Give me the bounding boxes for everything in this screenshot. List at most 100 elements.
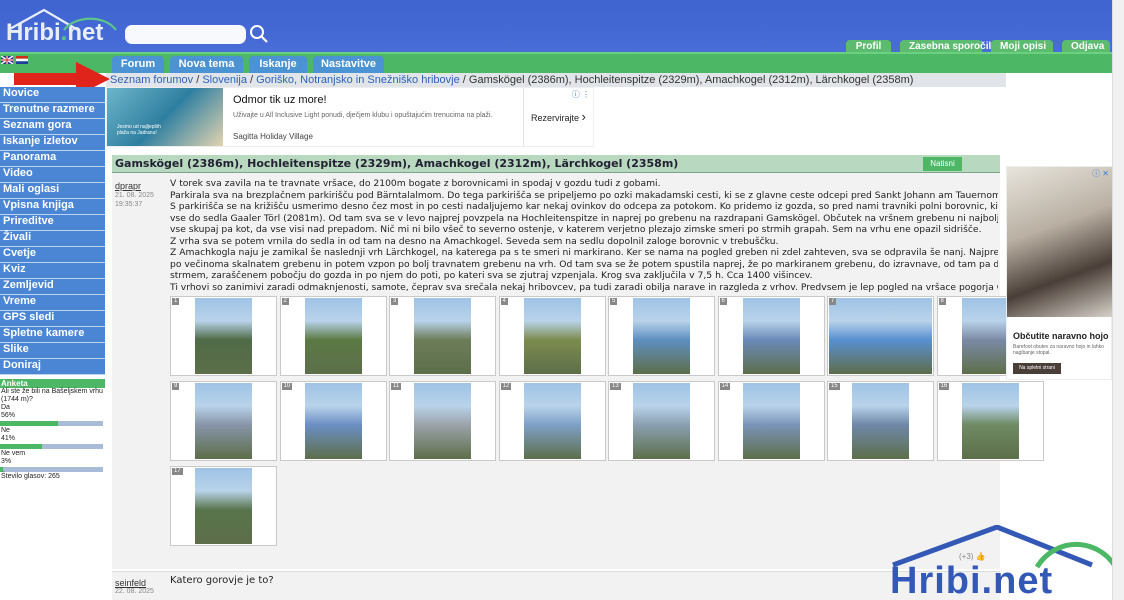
sidebar-item-video[interactable]: Video: [0, 167, 105, 183]
sidebar-item-current-conditions[interactable]: Trenutne razmere: [0, 103, 105, 119]
sidebar-item-gps-tracks[interactable]: GPS sledi: [0, 311, 105, 327]
post-author[interactable]: dprapr: [115, 181, 141, 191]
gallery-thumbnail[interactable]: 3: [389, 296, 496, 376]
gallery-thumbnail[interactable]: 1: [170, 296, 277, 376]
sidebar-item-donate[interactable]: Doniraj: [0, 359, 105, 375]
sidebar-item-weather[interactable]: Vreme: [0, 295, 105, 311]
tab-new-topic[interactable]: Nova tema: [170, 56, 243, 73]
gallery-thumbnail[interactable]: 10: [279, 381, 387, 461]
ad-brand: Sagitta Holiday Village: [233, 132, 313, 141]
breadcrumb-link-forums[interactable]: Seznam forumov: [110, 74, 193, 86]
scrollbar[interactable]: [1112, 0, 1124, 600]
gallery-thumbnail[interactable]: 11: [389, 381, 496, 461]
search-input[interactable]: [125, 25, 246, 44]
breadcrumb: Seznam forumov / Slovenija / Goriško, No…: [110, 73, 913, 87]
poll-option-label[interactable]: Ne vem: [0, 450, 105, 458]
breadcrumb-separator: /: [193, 74, 203, 86]
sidebar-item-trip-search[interactable]: Iskanje izletov: [0, 135, 105, 151]
uk-flag-icon[interactable]: [1, 56, 13, 64]
gallery-thumbnail[interactable]: 7: [827, 296, 934, 376]
thumbnail-photo[interactable]: [742, 298, 800, 374]
sidebar-item-panorama[interactable]: Panorama: [0, 151, 105, 167]
ad-title[interactable]: Občutite naravno hojo: [1013, 331, 1109, 341]
tab-search[interactable]: Iskanje: [249, 56, 307, 73]
poll: Anketa Ali ste že bili na Bašeljskem vrh…: [0, 379, 105, 481]
ad-image[interactable]: [1007, 167, 1113, 317]
sidebar-item-map[interactable]: Zemljevid: [0, 279, 105, 295]
ad-title[interactable]: Odmor tik uz more!: [233, 94, 327, 106]
top-ad-banner[interactable]: Jesmo ud najljepših plaža na Jadranu! Od…: [106, 87, 594, 147]
sidebar-item-news[interactable]: Novice: [0, 87, 105, 103]
thumbnail-photo[interactable]: [414, 298, 471, 374]
sidebar-item-photos[interactable]: Slike: [0, 343, 105, 359]
sidebar-item-animals[interactable]: Živali: [0, 231, 105, 247]
thumbnail-photo[interactable]: [195, 298, 252, 374]
post-author[interactable]: seinfeld: [115, 578, 146, 588]
post-line: po večinoma skalnatem grebenu in potem v…: [170, 258, 998, 270]
thumbnail-photo[interactable]: [304, 383, 362, 459]
poll-bar-fill: [0, 444, 43, 449]
ad-cta-label: Rezervirajte: [531, 113, 580, 123]
thumbnail-photo[interactable]: [633, 383, 690, 459]
gallery-thumbnail[interactable]: 6: [717, 296, 825, 376]
post-line: strmem, zaraščenem pobočju do gozda in p…: [170, 270, 813, 281]
tab-forum[interactable]: Forum: [112, 56, 164, 73]
gallery-thumbnail[interactable]: 15: [827, 381, 934, 461]
thumbnail-photo[interactable]: [414, 383, 471, 459]
poll-option-label[interactable]: Da: [0, 404, 105, 412]
gallery-thumbnail[interactable]: 12: [498, 381, 606, 461]
poll-total: Število glasov: 265: [1, 473, 60, 480]
sidebar-item-webcams[interactable]: Spletne kamere: [0, 327, 105, 343]
thumbnail-number: 17: [172, 468, 183, 475]
gallery-thumbnail[interactable]: 5: [608, 296, 715, 376]
breadcrumb-link-region[interactable]: Goriško, Notranjsko in Snežniško hribovj…: [256, 74, 460, 86]
sidebar-item-classifieds[interactable]: Mali oglasi: [0, 183, 105, 199]
thumbnail-photo[interactable]: [829, 298, 932, 374]
sidebar-item-flowers[interactable]: Cvetje: [0, 247, 105, 263]
gallery-thumbnail[interactable]: 13: [608, 381, 715, 461]
gallery-thumbnail[interactable]: 4: [498, 296, 606, 376]
search-icon[interactable]: [249, 24, 269, 44]
breadcrumb-link-slovenia[interactable]: Slovenija: [202, 74, 247, 86]
thumbnail-number: 11: [391, 383, 402, 390]
gallery-thumbnail[interactable]: 17: [170, 466, 277, 546]
sidebar-item-quiz[interactable]: Kviz: [0, 263, 105, 279]
poll-option-percent: 3%: [1, 458, 12, 465]
poll-option-label[interactable]: Ne: [0, 427, 105, 435]
ad-info-icon[interactable]: ⓘ ✕: [1092, 168, 1109, 179]
gallery-thumbnail[interactable]: 2: [279, 296, 387, 376]
tab-settings[interactable]: Nastavitve: [313, 56, 384, 73]
gallery-thumbnail[interactable]: 9: [170, 381, 277, 461]
post-line: vse do sedla Gaaler Törl (2081m). Od tam…: [170, 212, 998, 224]
sidebar-item-guestbook[interactable]: Vpisna knjiga: [0, 199, 105, 215]
print-button[interactable]: Natisni: [923, 157, 962, 171]
breadcrumb-separator: /: [246, 74, 257, 86]
ad-info-icon[interactable]: ⓘ ⋮: [572, 89, 590, 100]
breadcrumb-current: Gamskögel (2386m), Hochleitenspitze (232…: [468, 74, 914, 86]
thumbnail-number: 1: [172, 298, 180, 305]
poll-bar: [0, 421, 103, 426]
thumbnail-number: 5: [610, 298, 618, 305]
thumbnail-photo[interactable]: [961, 383, 1019, 459]
watermark-text: Hribi.net: [890, 560, 1054, 600]
ad-image[interactable]: Jesmo ud najljepših plaža na Jadranu!: [107, 88, 223, 146]
sidebar: Novice Trenutne razmere Seznam gora Iska…: [0, 87, 105, 600]
post-date-value: 21. 08. 2025: [115, 192, 154, 199]
ad-description: Uživajte u All Inclusive Light ponudi, d…: [233, 112, 493, 119]
thumbnail-photo[interactable]: [304, 298, 362, 374]
thumbnail-photo[interactable]: [742, 383, 800, 459]
post-date: 21. 08. 2025 19:35:37: [115, 191, 154, 209]
ad-cta-button[interactable]: Na spletni strani: [1013, 363, 1061, 374]
post-line: vse skupaj pa kot, da vse visi nad prepa…: [170, 224, 982, 235]
thumbnail-photo[interactable]: [195, 383, 252, 459]
thumbnail-photo[interactable]: [633, 298, 690, 374]
gallery-thumbnail[interactable]: 14: [717, 381, 825, 461]
gallery-thumbnail[interactable]: 16: [936, 381, 1044, 461]
side-ad-banner[interactable]: ⓘ ✕ Občutite naravno hojo Barefoot obute…: [1006, 166, 1113, 380]
thumbnail-photo[interactable]: [523, 383, 581, 459]
thumbnail-photo[interactable]: [195, 468, 252, 544]
sidebar-item-events[interactable]: Prireditve: [0, 215, 105, 231]
thumbnail-photo[interactable]: [523, 298, 581, 374]
sidebar-item-mountain-list[interactable]: Seznam gora: [0, 119, 105, 135]
thumbnail-photo[interactable]: [852, 383, 909, 459]
